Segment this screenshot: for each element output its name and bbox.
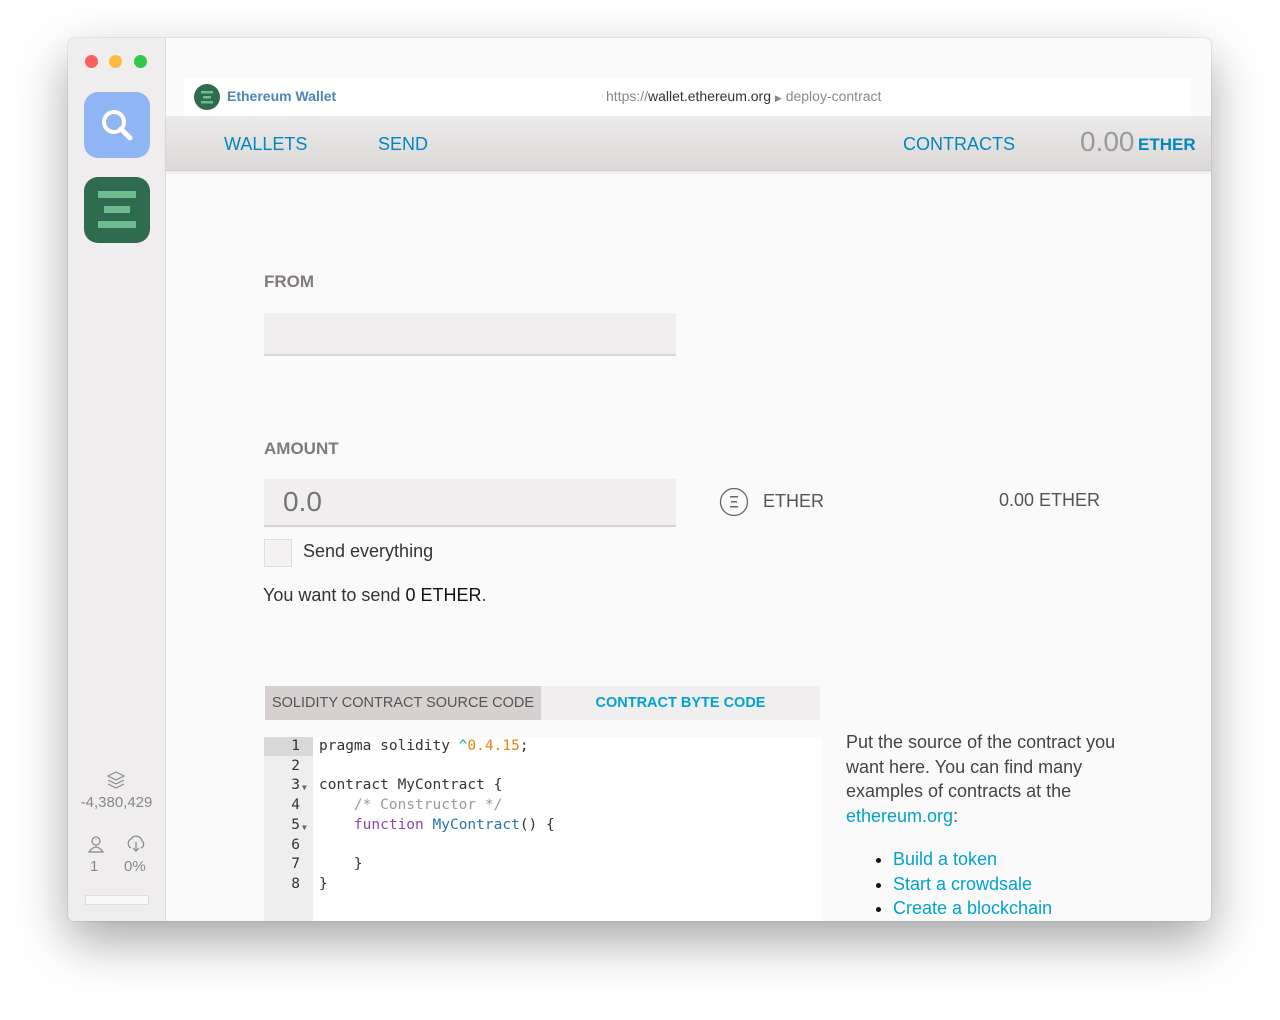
maximize-window-button[interactable] [134, 55, 147, 68]
block-number: -4,380,429 [80, 794, 153, 811]
nav-send[interactable]: SEND [378, 134, 428, 155]
build-token-link[interactable]: Build a token [893, 849, 997, 869]
url-text[interactable]: https://wallet.ethereum.org ▶ deploy-con… [606, 88, 881, 104]
main-area: Ethereum Wallet https://wallet.ethereum.… [166, 38, 1211, 921]
nav-wallets[interactable]: WALLETS [224, 134, 307, 155]
ethereum-org-link[interactable]: ethereum.org [846, 806, 953, 826]
close-window-button[interactable] [85, 55, 98, 68]
summary-amount: 0 ETHER [405, 585, 482, 605]
url-bar: Ethereum Wallet https://wallet.ethereum.… [184, 78, 1191, 116]
line-number: 1 [291, 738, 300, 754]
create-blockchain-link[interactable]: Create a blockchain [893, 898, 1052, 918]
summary-prefix: You want to send [263, 585, 406, 605]
line-number: 6 [291, 836, 300, 853]
amount-label: AMOUNT [264, 439, 339, 458]
code-editor[interactable]: 1 2 3 4 5 6 7 8 ▼ ▼ pragma solidity ^0.4.15; co… [264, 737, 822, 921]
search-icon [102, 110, 133, 141]
currency-selector[interactable]: ETHER [763, 491, 824, 512]
app-name: Ethereum Wallet [227, 88, 337, 104]
fold-arrow-icon[interactable]: ▼ [302, 778, 307, 798]
from-account-select[interactable] [264, 313, 676, 356]
url-path: deploy-contract [785, 88, 882, 104]
minimize-window-button[interactable] [109, 55, 122, 68]
send-everything-label[interactable]: Send everything [303, 541, 433, 562]
url-scheme: https:// [606, 88, 649, 104]
peer-count: 1 [90, 858, 99, 875]
code-line: function MyContract() { [319, 816, 555, 833]
amount-total: 0.00 ETHER [999, 490, 1101, 510]
ether-icon [719, 487, 749, 517]
tab-byte-code[interactable]: CONTRACT BYTE CODE [541, 686, 820, 720]
line-number: 7 [291, 856, 300, 873]
send-summary: You want to send 0 ETHER. [263, 585, 487, 606]
ethereum-wallet-logo-icon [194, 84, 220, 110]
line-number: 8 [291, 875, 300, 892]
help-text: Put the source of the contract you want … [846, 730, 1121, 921]
line-number: 2 [291, 757, 300, 774]
top-nav: WALLETS SEND CONTRACTS 0.00 ETHER [166, 116, 1211, 171]
code-line: contract MyContract { [319, 777, 503, 794]
from-label: FROM [264, 272, 315, 291]
tab-solidity-source[interactable]: SOLIDITY CONTRACT SOURCE CODE [265, 686, 541, 720]
start-crowdsale-link[interactable]: Start a crowdsale [893, 874, 1032, 894]
nav-contracts[interactable]: CONTRACTS [903, 134, 1015, 155]
browse-dapps-button[interactable] [84, 92, 150, 158]
layers-icon [106, 771, 126, 789]
code-lines: pragma solidity ^0.4.15; contract MyCont… [319, 737, 819, 895]
code-line: /* Constructor */ [319, 797, 503, 814]
ethereum-wallet-icon [98, 191, 136, 228]
sync-progress-bar [85, 895, 149, 905]
send-everything-checkbox[interactable] [264, 539, 292, 567]
summary-suffix: . [481, 585, 487, 605]
code-line: } [319, 856, 363, 873]
line-number: 5 [291, 816, 300, 833]
url-host: wallet.ethereum.org [648, 88, 771, 104]
line-number: 4 [291, 797, 300, 814]
cloud-download-icon [127, 835, 145, 852]
code-line: } [319, 875, 328, 892]
line-number: 3 [291, 777, 300, 794]
breadcrumb-arrow-icon: ▶ [774, 93, 782, 103]
wallet-app-button[interactable] [84, 177, 150, 243]
line-numbers: 1 2 3 4 5 6 7 8 [264, 737, 300, 895]
sync-progress: 0% [124, 858, 146, 875]
balance-unit: ETHER [1138, 135, 1196, 154]
peers-icon [87, 836, 105, 853]
app-window: -4,380,429 1 0% Ethereum Wallet https://… [68, 38, 1211, 921]
fold-arrow-icon[interactable]: ▼ [302, 818, 307, 838]
help-paragraph: Put the source of the contract you want … [846, 732, 1116, 801]
code-line: pragma solidity ^0.4.15; [319, 738, 529, 754]
balance-amount: 0.00 [1080, 126, 1135, 157]
amount-input[interactable] [264, 479, 676, 527]
sidebar: -4,380,429 1 0% [68, 38, 166, 921]
